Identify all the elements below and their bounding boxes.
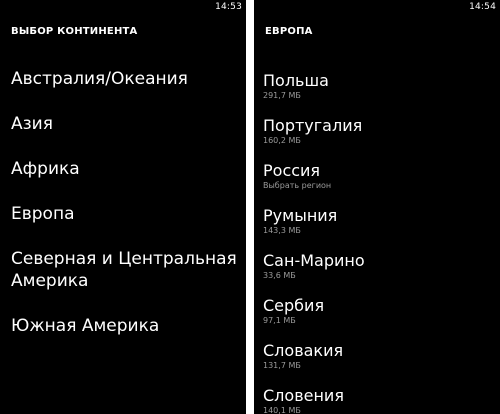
country-list: Польша 291,7 МБ Португалия 160,2 МБ Росс… [263, 71, 495, 414]
country-size: 131,7 МБ [263, 361, 301, 370]
continent-item-australia-oceania[interactable]: Австралия/Океания [11, 68, 243, 90]
page-title: ЕВРОПА [265, 26, 313, 37]
continent-selection-screen: 14:53 ВЫБОР КОНТИНЕНТА Австралия/Океания… [0, 0, 246, 414]
country-item-san-marino[interactable]: Сан-Марино 33,6 МБ [263, 251, 495, 296]
country-size: 291,7 МБ [263, 91, 301, 100]
country-item-slovenia[interactable]: Словения 140,1 МБ [263, 386, 495, 414]
country-size: 97,1 МБ [263, 316, 296, 325]
country-size: 143,3 МБ [263, 226, 301, 235]
country-item-romania[interactable]: Румыния 143,3 МБ [263, 206, 495, 251]
country-name: Россия [263, 161, 321, 180]
country-item-serbia[interactable]: Сербия 97,1 МБ [263, 296, 495, 341]
country-name: Румыния [263, 206, 338, 225]
country-item-portugal[interactable]: Португалия 160,2 МБ [263, 116, 495, 161]
country-size: 33,6 МБ [263, 271, 296, 280]
country-region-hint: Выбрать регион [263, 181, 332, 190]
status-bar-clock: 14:53 [215, 2, 242, 12]
country-name: Словения [263, 386, 344, 405]
country-name: Сан-Марино [263, 251, 365, 270]
europe-country-screen: 14:54 ЕВРОПА Польша 291,7 МБ Португалия … [254, 0, 500, 414]
country-name: Португалия [263, 116, 363, 135]
country-size: 160,2 МБ [263, 136, 301, 145]
continent-item-africa[interactable]: Африка [11, 158, 243, 180]
country-item-poland[interactable]: Польша 291,7 МБ [263, 71, 495, 116]
country-item-russia[interactable]: Россия Выбрать регион [263, 161, 495, 206]
continent-list: Австралия/Океания Азия Африка Европа Сев… [11, 68, 243, 360]
page-title: ВЫБОР КОНТИНЕНТА [11, 26, 138, 37]
continent-item-south-america[interactable]: Южная Америка [11, 315, 243, 337]
country-name: Сербия [263, 296, 325, 315]
country-name: Словакия [263, 341, 344, 360]
continent-item-north-central-america[interactable]: Северная и Центральная Америка [11, 248, 243, 292]
country-size: 140,1 МБ [263, 406, 301, 414]
country-item-slovakia[interactable]: Словакия 131,7 МБ [263, 341, 495, 386]
continent-item-asia[interactable]: Азия [11, 113, 243, 135]
status-bar-clock: 14:54 [469, 2, 496, 12]
continent-item-europe[interactable]: Европа [11, 203, 243, 225]
screenshot-pair: 14:53 ВЫБОР КОНТИНЕНТА Австралия/Океания… [0, 0, 500, 414]
country-name: Польша [263, 71, 329, 90]
